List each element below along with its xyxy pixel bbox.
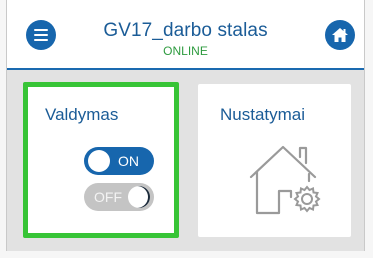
tile-title: Valdymas: [45, 105, 119, 124]
app-header: GV17_darbo stalas ONLINE: [7, 0, 364, 68]
tile-grid: Valdymas ON OFF Nustatymai: [7, 70, 364, 251]
tile-title: Nustatymai: [220, 105, 306, 124]
toggle-off-button[interactable]: OFF: [84, 183, 154, 211]
tile-valdymas[interactable]: Valdymas ON OFF: [23, 82, 179, 238]
toggle-knob: [88, 150, 110, 172]
status-badge: ONLINE: [163, 44, 208, 58]
toggle-on-button[interactable]: ON: [84, 147, 154, 175]
app-frame: GV17_darbo stalas ONLINE Valdymas ON OFF…: [6, 0, 365, 251]
home-button[interactable]: [325, 20, 355, 50]
toggle-label: ON: [118, 153, 139, 169]
toggle-knob: [128, 186, 150, 208]
device-title: GV17_darbo stalas: [103, 20, 268, 41]
toggle-label: OFF: [94, 189, 122, 205]
home-icon: [332, 28, 348, 42]
house-gear-icon: [249, 145, 321, 215]
tile-nustatymai[interactable]: Nustatymai: [198, 84, 351, 237]
